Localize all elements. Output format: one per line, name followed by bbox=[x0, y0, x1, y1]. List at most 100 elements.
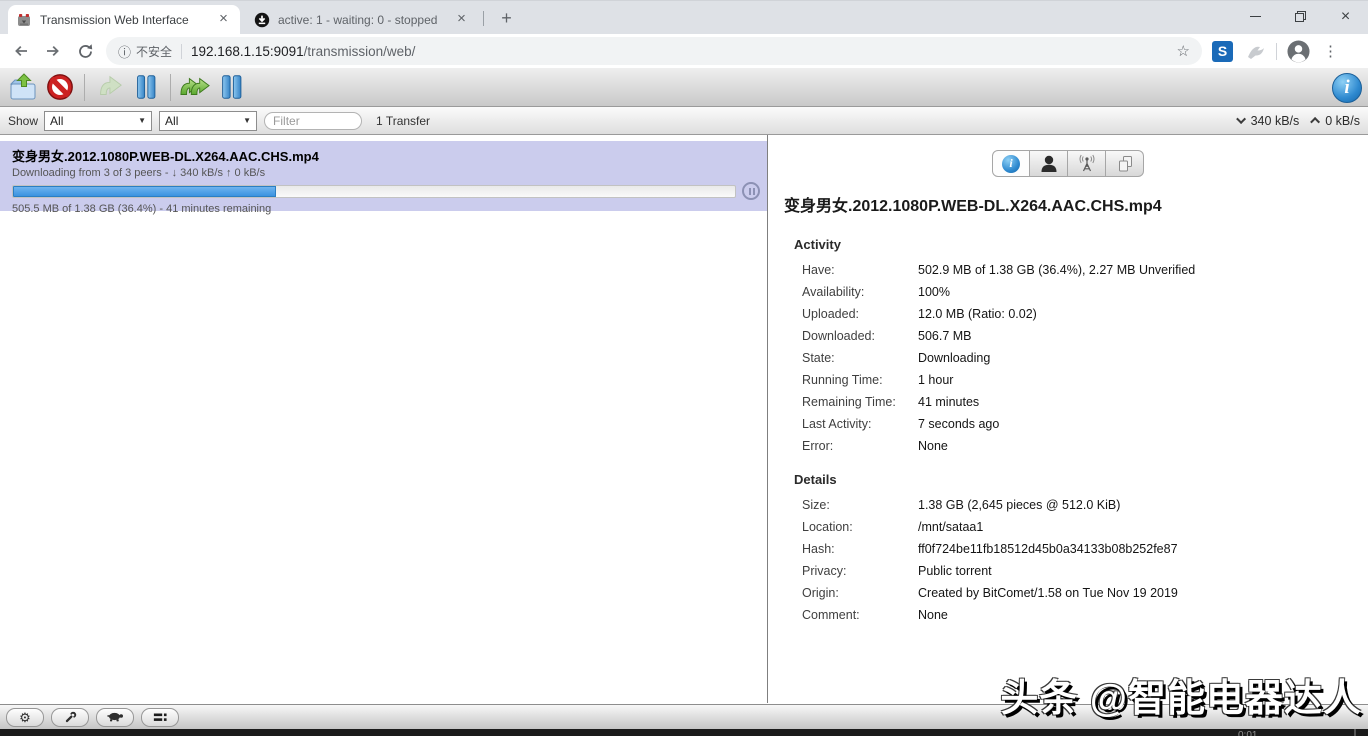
torrent-list: 变身男女.2012.1080P.WEB-DL.X264.AAC.CHS.mp4 … bbox=[0, 135, 767, 703]
row-value: None bbox=[918, 435, 948, 457]
row-value: 1.38 GB (2,645 pieces @ 512.0 KiB) bbox=[918, 494, 1120, 516]
refresh-button[interactable] bbox=[77, 43, 94, 60]
window-close-button[interactable]: × bbox=[1323, 1, 1368, 32]
row-value: Downloading bbox=[918, 347, 990, 369]
torrent-pause-button[interactable] bbox=[742, 182, 760, 200]
start-all-icon bbox=[179, 72, 211, 102]
settings-button[interactable]: ⚙ bbox=[6, 708, 44, 727]
tab-close-icon[interactable]: × bbox=[453, 11, 470, 28]
tab-files[interactable] bbox=[1106, 150, 1144, 177]
refresh-icon bbox=[77, 43, 94, 60]
close-icon: × bbox=[1341, 9, 1350, 25]
row-label: Hash: bbox=[768, 538, 918, 560]
row-label: Location: bbox=[768, 516, 918, 538]
transmission-logo-icon bbox=[16, 12, 32, 28]
state-filter-value: All bbox=[50, 114, 63, 128]
s-extension-icon[interactable]: S bbox=[1212, 41, 1233, 62]
forward-button[interactable] bbox=[44, 42, 62, 60]
back-arrow-icon bbox=[12, 42, 30, 60]
url-host: 192.168.1.15:9091 bbox=[191, 44, 304, 59]
pause-all-button[interactable] bbox=[215, 71, 249, 103]
window-minimize-button[interactable] bbox=[1233, 1, 1278, 32]
info-row: Privacy:Public torrent bbox=[768, 560, 1368, 582]
address-bar[interactable]: ⓘ 不安全 192.168.1.15:9091 /transmission/we… bbox=[106, 37, 1202, 65]
activity-section: Activity Have:502.9 MB of 1.38 GB (36.4%… bbox=[768, 237, 1368, 457]
bird-extension-icon[interactable] bbox=[1244, 40, 1266, 62]
row-value: 41 minutes bbox=[918, 391, 979, 413]
info-row: Remaining Time:41 minutes bbox=[768, 391, 1368, 413]
state-filter-select[interactable]: All ▼ bbox=[44, 111, 152, 131]
toolbar-divider bbox=[1276, 43, 1277, 60]
inspector-panel: i 变身男女.201 bbox=[768, 135, 1368, 703]
info-row: Have:502.9 MB of 1.38 GB (36.4%), 2.27 M… bbox=[768, 259, 1368, 281]
filter-bar: Show All ▼ All ▼ 1 Transfer 340 kB/s 0 k… bbox=[0, 107, 1368, 135]
open-torrent-button[interactable] bbox=[6, 71, 40, 103]
tab-peers[interactable] bbox=[1030, 150, 1068, 177]
info-row: Running Time:1 hour bbox=[768, 369, 1368, 391]
info-row: Origin:Created by BitComet/1.58 on Tue N… bbox=[768, 582, 1368, 604]
row-label: Comment: bbox=[768, 604, 918, 626]
row-value: ff0f724be11fb18512d45b0a34133b08b252fe87 bbox=[918, 538, 1178, 560]
watermark-text: 头条 @智能电器达人 bbox=[1000, 667, 1362, 722]
back-button[interactable] bbox=[12, 42, 30, 60]
row-value: 502.9 MB of 1.38 GB (36.4%), 2.27 MB Unv… bbox=[918, 259, 1195, 281]
browser-tab-strip: Transmission Web Interface × active: 1 -… bbox=[0, 0, 1368, 34]
row-label: Error: bbox=[768, 435, 918, 457]
inspector-torrent-title: 变身男女.2012.1080P.WEB-DL.X264.AAC.CHS.mp4 bbox=[784, 192, 1352, 216]
upload-speed: 0 kB/s bbox=[1313, 114, 1360, 128]
info-row: Downloaded:506.7 MB bbox=[768, 325, 1368, 347]
torrent-status-line: 505.5 MB of 1.38 GB (36.4%) - 41 minutes… bbox=[12, 203, 760, 215]
tab-close-icon[interactable]: × bbox=[215, 11, 232, 28]
download-speed-value: 340 kB/s bbox=[1251, 114, 1300, 128]
alt-speed-button[interactable] bbox=[96, 708, 134, 727]
profile-avatar-icon[interactable] bbox=[1287, 40, 1310, 63]
wrench-icon bbox=[63, 710, 78, 725]
tools-button[interactable] bbox=[51, 708, 89, 727]
browser-navbar: ⓘ 不安全 192.168.1.15:9091 /transmission/we… bbox=[0, 34, 1368, 68]
browser-menu-icon[interactable]: ⋮ bbox=[1323, 42, 1338, 60]
start-all-button[interactable] bbox=[178, 71, 212, 103]
toggle-inspector-button[interactable]: i bbox=[1332, 73, 1362, 103]
tab-active-waiting-stopped[interactable]: active: 1 - waiting: 0 - stopped × bbox=[246, 5, 478, 34]
tab-info[interactable]: i bbox=[992, 150, 1030, 177]
display-options-button[interactable] bbox=[141, 708, 179, 727]
row-label: Privacy: bbox=[768, 560, 918, 582]
tab-separator bbox=[483, 11, 484, 26]
select-arrow-icon: ▼ bbox=[138, 116, 146, 125]
row-value: None bbox=[918, 604, 948, 626]
info-row: Hash:ff0f724be11fb18512d45b0a34133b08b25… bbox=[768, 538, 1368, 560]
tracker-filter-select[interactable]: All ▼ bbox=[159, 111, 257, 131]
video-progress-tick bbox=[1354, 729, 1356, 736]
new-tab-button[interactable]: + bbox=[494, 6, 519, 31]
transmission-toolbar: i bbox=[0, 68, 1368, 107]
row-value: /mnt/sataa1 bbox=[918, 516, 983, 538]
info-row: State:Downloading bbox=[768, 347, 1368, 369]
row-label: Have: bbox=[768, 259, 918, 281]
row-label: Last Activity: bbox=[768, 413, 918, 435]
torrent-row-selected[interactable]: 变身男女.2012.1080P.WEB-DL.X264.AAC.CHS.mp4 … bbox=[0, 141, 767, 211]
toolbar-separator bbox=[170, 74, 171, 101]
row-label: Availability: bbox=[768, 281, 918, 303]
window-restore-button[interactable] bbox=[1278, 1, 1323, 32]
tracker-filter-value: All bbox=[165, 114, 178, 128]
pause-torrent-button[interactable] bbox=[129, 71, 163, 103]
window-controls: × bbox=[1233, 1, 1368, 32]
tab-trackers[interactable] bbox=[1068, 150, 1106, 177]
info-row: Uploaded:12.0 MB (Ratio: 0.02) bbox=[768, 303, 1368, 325]
pause-all-icon bbox=[217, 72, 247, 102]
bookmark-star-icon[interactable]: ☆ bbox=[1177, 42, 1190, 60]
row-value: 100% bbox=[918, 281, 950, 303]
select-arrow-icon: ▼ bbox=[243, 116, 251, 125]
filter-input[interactable] bbox=[264, 112, 362, 130]
row-label: Origin: bbox=[768, 582, 918, 604]
remove-torrent-button[interactable] bbox=[43, 71, 77, 103]
row-value: Public torrent bbox=[918, 560, 992, 582]
transfer-count: 1 Transfer bbox=[376, 114, 430, 128]
torrent-progress-fill bbox=[13, 186, 276, 197]
start-torrent-button[interactable] bbox=[92, 71, 126, 103]
tracker-antenna-icon bbox=[1077, 154, 1097, 174]
activity-heading: Activity bbox=[794, 237, 1368, 252]
extension-area: S ⋮ bbox=[1212, 40, 1338, 63]
tab-transmission[interactable]: Transmission Web Interface × bbox=[8, 5, 240, 34]
page-info-icon[interactable]: ⓘ bbox=[118, 42, 131, 61]
